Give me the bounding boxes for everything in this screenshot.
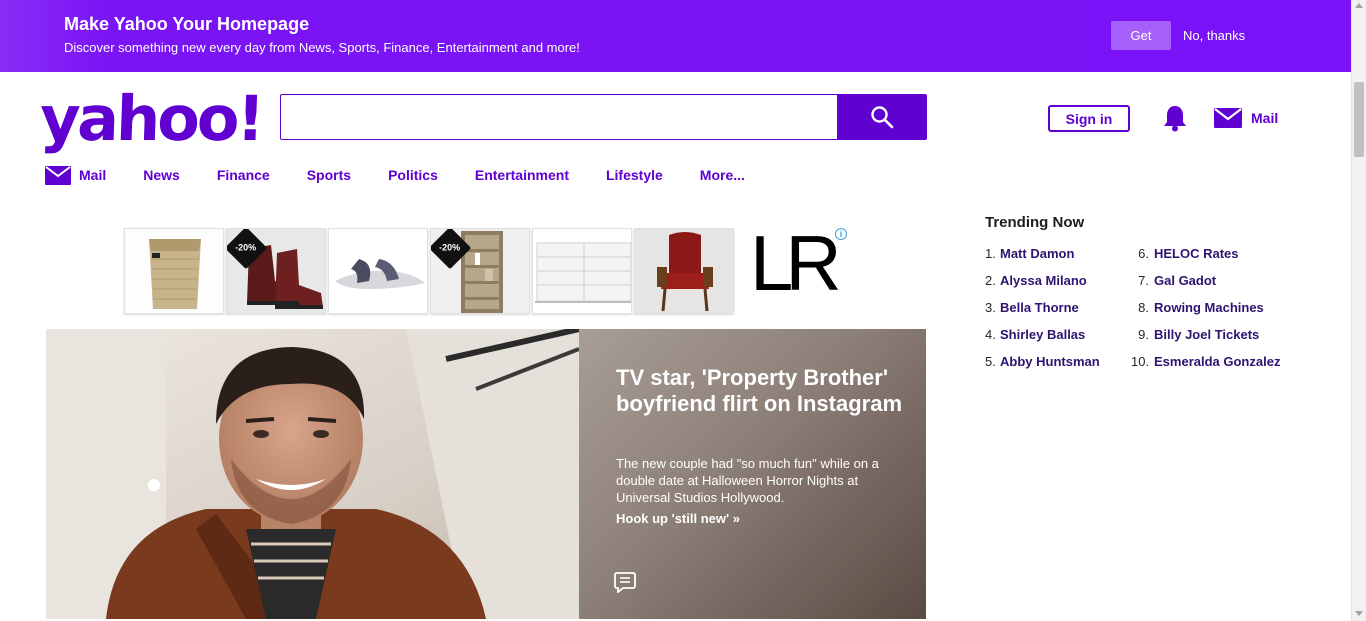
trending-rank: 8. xyxy=(1138,300,1149,315)
trending-item[interactable]: 10. Esmeralda Gonzalez xyxy=(1131,354,1280,370)
armchair-image xyxy=(635,229,733,313)
scroll-up-arrow-icon[interactable] xyxy=(1355,3,1363,8)
trending-title: Trending Now xyxy=(985,214,1085,231)
nav-item-more[interactable]: More... xyxy=(700,167,745,183)
trending-name: Alyssa Milano xyxy=(1000,273,1087,288)
nav-item-entertainment[interactable]: Entertainment xyxy=(475,167,569,183)
trending-name: Abby Huntsman xyxy=(1000,354,1100,369)
trending-name: Gal Gadot xyxy=(1154,273,1217,288)
ad-product-strip: -20% -20% xyxy=(124,228,734,314)
scrollbar-thumb[interactable] xyxy=(1354,82,1364,157)
ad-brand-logo[interactable]: LR xyxy=(750,224,842,302)
hero-image[interactable] xyxy=(46,329,579,619)
ad-product-boots[interactable]: -20% xyxy=(226,228,326,314)
trending-item[interactable]: 3. Bella Thorne xyxy=(985,300,1079,316)
trending-item[interactable]: 4. Shirley Ballas xyxy=(985,327,1085,343)
yahoo-logo[interactable]: yahoo! xyxy=(39,82,263,155)
search-button[interactable] xyxy=(837,94,927,140)
nav-item-news[interactable]: News xyxy=(143,167,180,183)
trending-name: Bella Thorne xyxy=(1000,300,1079,315)
nav-item-politics[interactable]: Politics xyxy=(388,167,438,183)
trending-name: HELOC Rates xyxy=(1154,246,1239,261)
trending-name: Esmeralda Gonzalez xyxy=(1154,354,1281,369)
search-input[interactable] xyxy=(280,94,838,140)
ad-product-sandal[interactable] xyxy=(328,228,428,314)
search-bar xyxy=(280,94,928,140)
trending-name: Shirley Ballas xyxy=(1000,327,1086,342)
ad-product-armchair[interactable] xyxy=(634,228,734,314)
nav-item-finance[interactable]: Finance xyxy=(217,167,270,183)
main-nav: Mail News Finance Sports Politics Entert… xyxy=(45,164,782,186)
scroll-down-arrow-icon[interactable] xyxy=(1355,611,1363,616)
hero-headline[interactable]: TV star, 'Property Brother' boyfriend fl… xyxy=(616,365,906,417)
trending-now: Trending Now 1. Matt Damon 2. Alyssa Milan… xyxy=(985,214,1305,369)
hero-text-panel: TV star, 'Property Brother' boyfriend fl… xyxy=(579,329,926,619)
trending-rank: 7. xyxy=(1138,273,1149,288)
trending-rank: 1. xyxy=(985,246,996,261)
banner-subtitle: Discover something new every day from Ne… xyxy=(64,40,580,55)
discount-badge-text: -20% xyxy=(439,242,461,253)
header-mail-link[interactable]: Mail xyxy=(1214,108,1278,128)
basket-image xyxy=(125,229,223,313)
trending-name: Billy Joel Tickets xyxy=(1154,327,1260,342)
page-scrollbar[interactable] xyxy=(1351,0,1366,621)
trending-item[interactable]: 2. Alyssa Milano xyxy=(985,273,1087,289)
hero-photo xyxy=(46,329,579,619)
trending-rank: 10. xyxy=(1131,354,1150,369)
trending-item[interactable]: 8. Rowing Machines xyxy=(1131,300,1264,316)
ad-product-dresser[interactable] xyxy=(532,228,632,314)
trending-name: Matt Damon xyxy=(1000,246,1075,261)
trending-name: Rowing Machines xyxy=(1154,300,1264,315)
ad-info-icon[interactable]: i xyxy=(835,228,847,240)
comments-button[interactable] xyxy=(614,571,636,598)
mail-icon xyxy=(45,165,71,185)
notifications-button[interactable] xyxy=(1162,104,1188,137)
no-thanks-link[interactable]: No, thanks xyxy=(1183,28,1245,43)
sign-in-button[interactable]: Sign in xyxy=(1048,105,1130,132)
discount-badge-text: -20% xyxy=(235,242,257,253)
hero-description: The new couple had "so much fun" while o… xyxy=(616,456,879,505)
trending-item[interactable]: 5. Abby Huntsman xyxy=(985,354,1100,370)
nav-item-lifestyle[interactable]: Lifestyle xyxy=(606,167,663,183)
sandal-image xyxy=(329,229,427,313)
trending-rank: 4. xyxy=(985,327,996,342)
nav-item-sports[interactable]: Sports xyxy=(307,167,351,183)
get-button[interactable]: Get xyxy=(1111,21,1171,50)
ad-product-basket[interactable] xyxy=(124,228,224,314)
ad-product-bookshelf[interactable]: -20% xyxy=(430,228,530,314)
bell-icon xyxy=(1164,106,1186,132)
comment-icon xyxy=(614,572,636,594)
hero-story[interactable]: TV star, 'Property Brother' boyfriend fl… xyxy=(46,329,926,619)
trending-rank: 6. xyxy=(1138,246,1149,261)
trending-rank: 5. xyxy=(985,354,996,369)
trending-item[interactable]: 7. Gal Gadot xyxy=(1131,273,1216,289)
hero-related-link[interactable]: Hook up 'still new' » xyxy=(616,511,740,526)
header-mail-label: Mail xyxy=(1251,110,1279,126)
trending-rank: 2. xyxy=(985,273,996,288)
trending-item[interactable]: 1. Matt Damon xyxy=(985,246,1074,262)
nav-item-mail[interactable]: Mail xyxy=(45,165,107,185)
homepage-promo-banner: Make Yahoo Your Homepage Discover someth… xyxy=(0,0,1351,72)
search-icon xyxy=(871,106,894,129)
trending-item[interactable]: 9. Billy Joel Tickets xyxy=(1131,327,1259,343)
nav-item-label: Mail xyxy=(79,167,107,183)
banner-title: Make Yahoo Your Homepage xyxy=(64,14,310,34)
trending-item[interactable]: 6. HELOC Rates xyxy=(1131,246,1239,262)
trending-rank: 3. xyxy=(985,300,996,315)
mail-icon xyxy=(1214,108,1242,128)
dresser-image xyxy=(533,229,631,313)
trending-rank: 9. xyxy=(1138,327,1149,342)
